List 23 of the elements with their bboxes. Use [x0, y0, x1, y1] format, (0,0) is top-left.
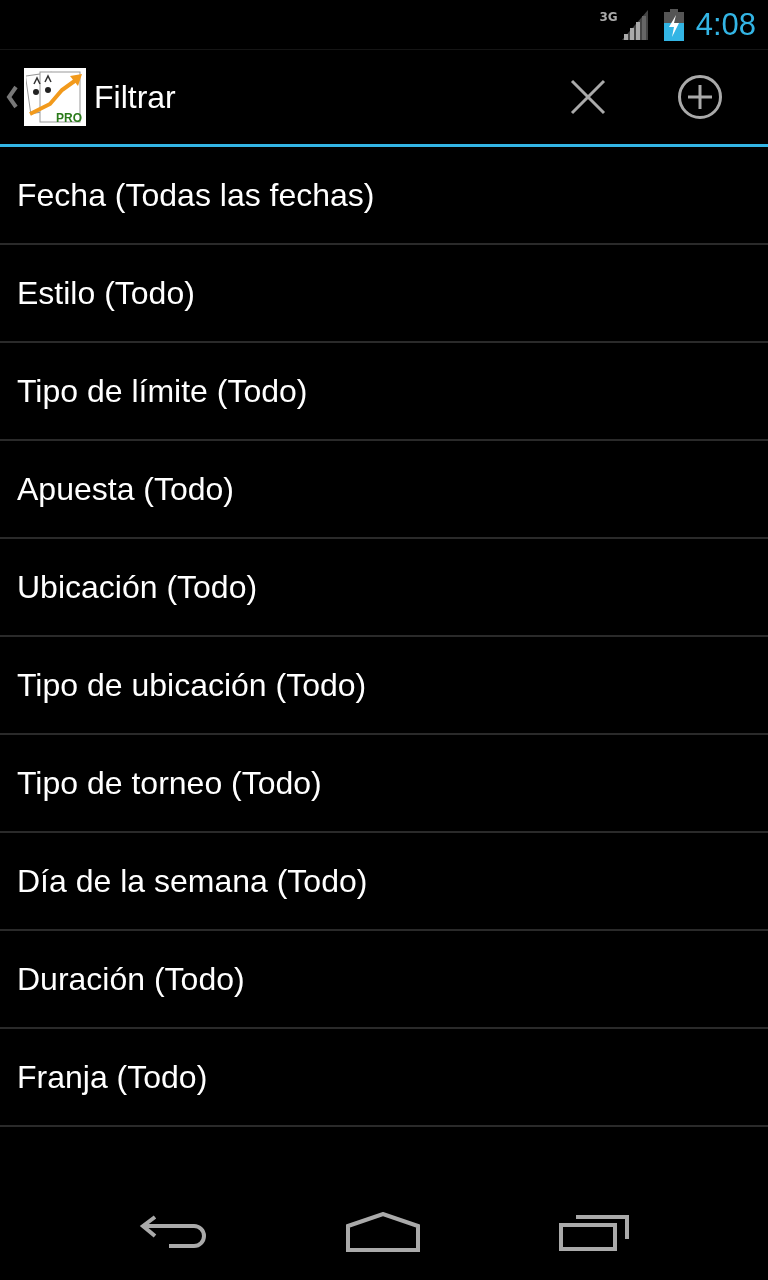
home-icon [346, 1212, 420, 1252]
screen-title: Filtrar [94, 78, 176, 116]
back-caret-icon [6, 85, 18, 109]
signal-icon [621, 9, 648, 40]
back-icon [139, 1214, 208, 1250]
filter-item[interactable]: Franja (Todo) [0, 1029, 768, 1127]
clock: 4:08 [695, 6, 756, 43]
pro-label: PRO [56, 111, 82, 125]
filter-item[interactable]: Apuesta (Todo) [0, 441, 768, 539]
add-icon [677, 74, 723, 120]
recent-apps-icon [558, 1213, 629, 1251]
filter-item[interactable]: Ubicación (Todo) [0, 539, 768, 637]
app-home-button[interactable]: PRO Filtrar [0, 68, 176, 126]
battery-charging-icon [663, 8, 684, 41]
filter-item[interactable]: Tipo de límite (Todo) [0, 343, 768, 441]
filter-item[interactable]: Fecha (Todas las fechas) [0, 147, 768, 245]
network-type: 3G [599, 10, 618, 24]
filter-item[interactable]: Tipo de torneo (Todo) [0, 735, 768, 833]
filter-item[interactable]: Día de la semana (Todo) [0, 833, 768, 931]
close-icon [570, 79, 606, 115]
filter-item[interactable]: Tipo de ubicación (Todo) [0, 637, 768, 735]
filter-item[interactable]: Duración (Todo) [0, 931, 768, 1029]
filter-item[interactable]: Estilo (Todo) [0, 245, 768, 343]
